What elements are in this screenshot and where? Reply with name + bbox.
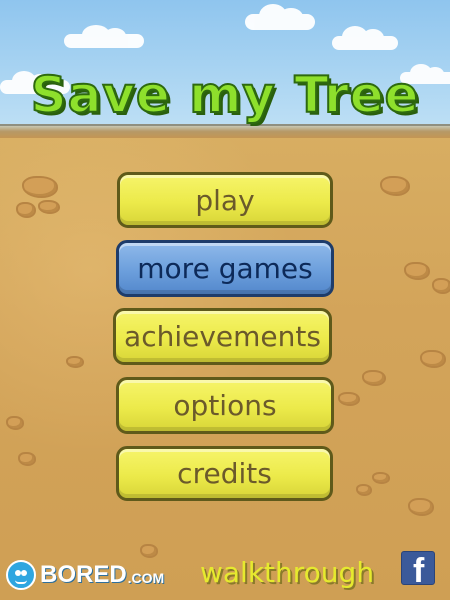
stone	[338, 392, 360, 406]
cloud	[64, 25, 144, 48]
walkthrough-link[interactable]: walkthrough	[200, 556, 374, 589]
facebook-letter: f	[413, 552, 425, 590]
credits-button[interactable]: credits	[116, 446, 333, 501]
cloud	[332, 26, 398, 50]
bored-face-mouth	[15, 580, 27, 584]
stone	[408, 498, 434, 516]
play-button[interactable]: play	[117, 172, 333, 228]
stone	[18, 452, 36, 466]
stone	[362, 370, 386, 386]
game-title: Save my Tree	[30, 65, 420, 125]
stone	[372, 472, 390, 484]
bored-brand-name: BORED	[40, 561, 127, 588]
options-button[interactable]: options	[116, 377, 334, 434]
stone	[38, 200, 60, 214]
stone	[6, 416, 24, 430]
stone	[22, 176, 58, 198]
stone	[404, 262, 430, 280]
cloud	[245, 4, 315, 30]
stone	[16, 202, 36, 218]
facebook-icon[interactable]: f	[401, 551, 435, 590]
stone	[432, 278, 450, 294]
bored-logo-link[interactable]: BORED .COM	[6, 560, 164, 590]
stone	[140, 544, 158, 558]
bored-brand-suffix: .COM	[127, 570, 165, 586]
achievements-button[interactable]: achievements	[113, 308, 332, 365]
stone	[356, 484, 372, 496]
stone	[380, 176, 410, 196]
stone	[66, 356, 84, 368]
ground-edge	[0, 124, 450, 138]
more-games-button[interactable]: more games	[116, 240, 334, 297]
bored-face-icon	[6, 560, 36, 590]
stone	[420, 350, 446, 368]
